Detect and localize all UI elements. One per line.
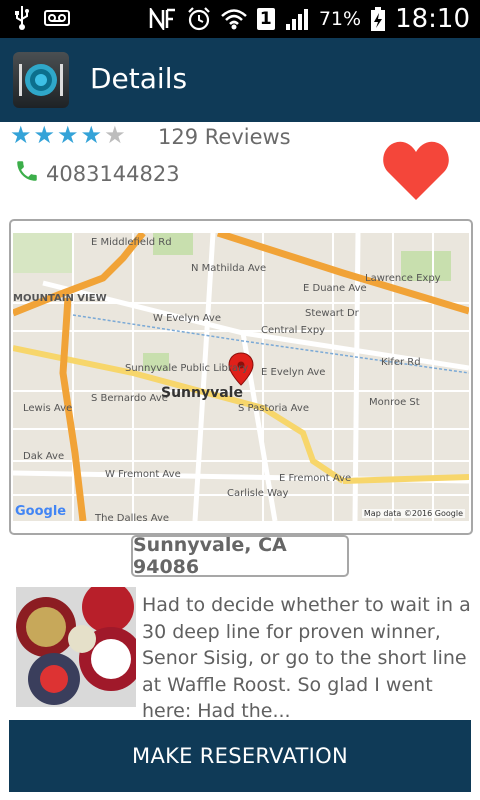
map-label: S Pastoria Ave <box>238 403 310 414</box>
map-label: Central Expy <box>261 325 326 336</box>
star-filled-icon: ★ <box>57 121 79 149</box>
map-label: E Evelyn Ave <box>261 367 326 378</box>
map-view[interactable]: E Middlefield Rd MOUNTAIN VIEW W Evelyn … <box>13 233 469 521</box>
map-label: E Fremont Ave <box>279 473 352 484</box>
map-label: Stewart Dr <box>305 308 359 319</box>
map-label: S Bernardo Ave <box>91 393 168 404</box>
map-label: E Middlefield Rd <box>91 237 172 248</box>
map-card[interactable]: E Middlefield Rd MOUNTAIN VIEW W Evelyn … <box>9 219 473 535</box>
rating-stars: ★ ★ ★ ★ ★ <box>10 122 126 148</box>
map-label: N Mathilda Ave <box>191 263 267 274</box>
restaurant-plate-icon[interactable] <box>13 52 69 108</box>
star-filled-icon: ★ <box>33 121 56 149</box>
address-label: Sunnyvale, CA 94086 <box>131 534 349 578</box>
map-label: Monroe St <box>369 397 420 408</box>
map-label-library: Sunnyvale Public Library <box>125 363 249 374</box>
map-credit: Map data ©2016 Google <box>361 509 465 518</box>
favorite-heart-icon[interactable] <box>382 138 450 202</box>
review-count: 129 Reviews <box>158 125 291 149</box>
nfc-icon <box>149 8 175 30</box>
usb-icon <box>15 6 29 30</box>
map-label: W Fremont Ave <box>105 469 181 480</box>
phone-icon[interactable] <box>14 158 40 184</box>
map-label: Lewis Ave <box>23 403 73 414</box>
star-empty-icon: ★ <box>104 121 126 149</box>
map-label-city: Sunnyvale <box>161 385 243 401</box>
status-time: 18:10 <box>395 4 470 34</box>
page-title: Details <box>90 62 188 95</box>
app-bar: Details <box>0 38 480 122</box>
review-snippet: Had to decide whether to wait in a 30 de… <box>142 594 471 722</box>
map-label: Dak Ave <box>23 451 65 462</box>
wifi-icon <box>220 9 247 30</box>
map-label: MOUNTAIN VIEW <box>13 293 107 304</box>
phone-number[interactable]: 4083144823 <box>46 162 180 186</box>
map-label: Lawrence Expy <box>365 273 441 284</box>
battery-charging-icon <box>371 7 386 31</box>
battery-percent: 71% <box>318 8 362 30</box>
signal-icon <box>285 9 308 30</box>
make-reservation-button[interactable]: MAKE RESERVATION <box>9 720 471 792</box>
status-bar: 1 71% 18:10 <box>0 0 480 38</box>
star-filled-icon: ★ <box>10 121 32 149</box>
map-label: Kifer Rd <box>381 357 421 368</box>
map-label: Carlisle Way <box>227 488 289 499</box>
review-thumbnail <box>16 587 136 707</box>
map-label: The Dalles Ave <box>95 513 170 521</box>
map-label: E Duane Ave <box>303 283 367 294</box>
google-logo: Google <box>15 504 67 519</box>
status-right: 1 71% 18:10 <box>149 4 470 34</box>
sim-icon: 1 <box>256 8 275 30</box>
alarm-icon <box>188 7 210 31</box>
star-filled-icon: ★ <box>80 121 103 149</box>
map-label: W Evelyn Ave <box>153 313 221 324</box>
status-left <box>14 6 70 30</box>
voicemail-icon <box>44 10 70 26</box>
